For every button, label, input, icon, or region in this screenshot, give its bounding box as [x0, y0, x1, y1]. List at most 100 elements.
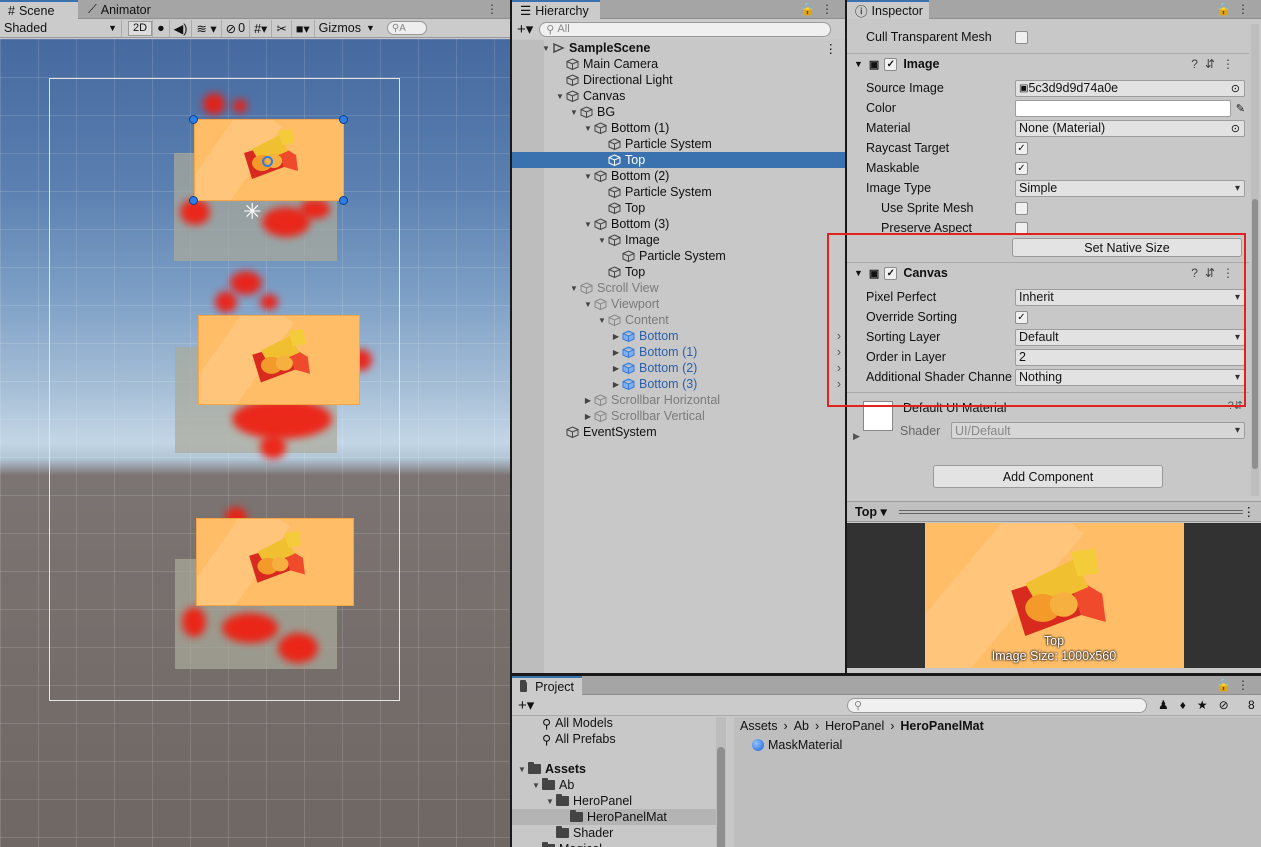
property-checkbox[interactable]: ✓: [1015, 161, 1028, 175]
hierarchy-item[interactable]: Top: [512, 264, 845, 280]
lighting-icon[interactable]: ●: [152, 19, 169, 37]
breadcrumb-item[interactable]: HeroPanelMat: [900, 719, 983, 733]
hierarchy-item[interactable]: Top: [512, 200, 845, 216]
tab-scene[interactable]: # Scene: [0, 0, 78, 19]
hierarchy-item[interactable]: ▼ Bottom (2): [512, 168, 845, 184]
project-folder[interactable]: ▼ HeroPanel: [512, 793, 716, 809]
scene-menu-icon[interactable]: ⋮: [825, 41, 838, 56]
gizmos-dropdown[interactable]: Gizmos ▼: [313, 19, 379, 37]
panel-menu-icon[interactable]: ⋮: [486, 2, 504, 16]
expand-arrow-icon[interactable]: ▶: [610, 364, 622, 373]
expand-arrow-icon[interactable]: ▶: [582, 396, 594, 405]
effects-icon[interactable]: ≋ ▾: [191, 19, 220, 37]
expand-arrow-icon[interactable]: ▶: [610, 380, 622, 389]
eyedropper-icon[interactable]: ✎: [1236, 102, 1245, 115]
breadcrumb-item[interactable]: HeroPanel: [825, 719, 884, 733]
hierarchy-item[interactable]: ▶ Bottom (2) ›: [512, 360, 845, 376]
image-enabled-checkbox[interactable]: ✓: [884, 57, 898, 71]
hierarchy-item[interactable]: ▼ Canvas: [512, 88, 845, 104]
camera-icon[interactable]: ■▾: [290, 19, 314, 37]
hierarchy-item[interactable]: Particle System: [512, 136, 845, 152]
expand-arrow-icon[interactable]: ▶: [853, 431, 860, 442]
tools-icon[interactable]: ✂: [271, 19, 290, 37]
project-search-input[interactable]: ⚲: [847, 697, 1147, 713]
hierarchy-item[interactable]: ▼ Viewport: [512, 296, 845, 312]
hierarchy-item[interactable]: ▼ Content: [512, 312, 845, 328]
object-field[interactable]: ▣ 5c3d9d9d74a0e ⊙: [1015, 79, 1245, 97]
preview-drag-bar[interactable]: [899, 510, 1243, 514]
lock-icon[interactable]: 🔒⋮: [1216, 678, 1255, 692]
object-picker-icon[interactable]: ⊙: [1231, 82, 1240, 95]
resize-handle[interactable]: [339, 196, 348, 205]
filter-icons[interactable]: ♟♦★⊘: [1158, 698, 1240, 712]
expand-arrow-icon[interactable]: ▼: [530, 781, 542, 790]
image-component-header[interactable]: ▼ ▣ ✓ Image ?⇵⋮: [847, 53, 1249, 74]
hierarchy-item[interactable]: Top: [512, 152, 845, 168]
hierarchy-item[interactable]: ▶ Bottom (3) ›: [512, 376, 845, 392]
expand-arrow-icon[interactable]: ▶: [610, 332, 622, 341]
color-field[interactable]: ✎: [1015, 99, 1245, 117]
favorite-item[interactable]: ⚲ All Models: [542, 715, 613, 731]
breadcrumb-item[interactable]: Assets: [740, 719, 778, 733]
expand-arrow-icon[interactable]: ▼: [582, 172, 594, 181]
resize-handle[interactable]: [339, 115, 348, 124]
grid-toggle-icon[interactable]: #▾: [249, 19, 271, 37]
expand-arrow-icon[interactable]: ▼: [516, 765, 528, 774]
hierarchy-item[interactable]: Particle System: [512, 184, 845, 200]
hierarchy-item[interactable]: ▼ Image: [512, 232, 845, 248]
asset-item[interactable]: MaskMaterial: [752, 738, 842, 752]
lock-icon[interactable]: 🔒⋮: [1216, 2, 1255, 16]
add-icon[interactable]: +▾: [518, 696, 534, 714]
hierarchy-item[interactable]: EventSystem: [512, 424, 845, 440]
hierarchy-item[interactable]: ▶ Bottom (1) ›: [512, 344, 845, 360]
add-icon[interactable]: +▾: [517, 20, 533, 38]
expand-arrow-icon[interactable]: ▼: [582, 124, 594, 133]
expand-arrow-icon[interactable]: ▼: [568, 284, 580, 293]
hierarchy-search-input[interactable]: ⚲ All: [539, 21, 832, 37]
inspector-scrollbar[interactable]: [1251, 24, 1259, 496]
collapse-arrow-icon[interactable]: ▼: [854, 59, 863, 69]
tab-project[interactable]: Project: [512, 676, 582, 695]
tab-animator[interactable]: ⟋ Animator: [80, 0, 159, 19]
tree-scrollbar[interactable]: [716, 717, 726, 847]
2d-toggle-button[interactable]: 2D: [128, 20, 153, 36]
project-folder[interactable]: ▼ Ab: [512, 777, 716, 793]
lock-icon[interactable]: 🔒⋮: [800, 2, 839, 16]
property-checkbox[interactable]: [1015, 201, 1028, 215]
shader-dropdown[interactable]: UI/Default: [951, 422, 1245, 439]
scene-search-input[interactable]: ⚲ A: [386, 21, 427, 35]
scrollbar-thumb[interactable]: [1252, 199, 1258, 469]
panel-menu-icon[interactable]: ⋮: [1243, 504, 1256, 519]
hierarchy-item[interactable]: Particle System: [512, 248, 845, 264]
hierarchy-item[interactable]: Directional Light: [512, 72, 845, 88]
scene-viewport[interactable]: ✳: [0, 39, 510, 847]
audio-icon[interactable]: ◀): [168, 19, 192, 37]
expand-arrow-icon[interactable]: ▼: [582, 220, 594, 229]
expand-arrow-icon[interactable]: ▼: [544, 797, 556, 806]
expand-arrow-icon[interactable]: ▼: [582, 300, 594, 309]
project-folder[interactable]: ▼ Assets: [512, 761, 716, 777]
hierarchy-item[interactable]: ▼ Scroll View: [512, 280, 845, 296]
expand-arrow-icon[interactable]: ▼: [554, 92, 566, 101]
object-field[interactable]: None (Material) ⊙: [1015, 119, 1245, 137]
tab-hierarchy[interactable]: ☰ Hierarchy: [512, 0, 600, 19]
expand-arrow-icon[interactable]: ▼: [596, 236, 608, 245]
expand-arrow-icon[interactable]: ▶: [582, 412, 594, 421]
object-picker-icon[interactable]: ⊙: [1231, 122, 1240, 135]
pivot-handle[interactable]: [262, 156, 273, 167]
expand-arrow-icon[interactable]: ▼: [540, 44, 552, 53]
visibility-icon[interactable]: ⊘ 0: [220, 19, 249, 37]
hierarchy-item[interactable]: Main Camera: [512, 56, 845, 72]
hierarchy-item[interactable]: ▼ BG: [512, 104, 845, 120]
hierarchy-item[interactable]: ▶ Scrollbar Vertical: [512, 408, 845, 424]
hierarchy-item[interactable]: ▼ Bottom (1): [512, 120, 845, 136]
expand-arrow-icon[interactable]: ▼: [596, 316, 608, 325]
resize-handle[interactable]: [189, 196, 198, 205]
project-folder[interactable]: Shader: [512, 825, 716, 841]
scrollbar-thumb[interactable]: [717, 747, 725, 847]
expand-arrow-icon[interactable]: ▶: [610, 348, 622, 357]
property-checkbox[interactable]: ✓: [1015, 141, 1028, 155]
project-folder[interactable]: HeroPanelMat: [512, 809, 716, 825]
hierarchy-item[interactable]: ▶ Bottom ›: [512, 328, 845, 344]
property-dropdown[interactable]: Simple: [1015, 179, 1245, 197]
